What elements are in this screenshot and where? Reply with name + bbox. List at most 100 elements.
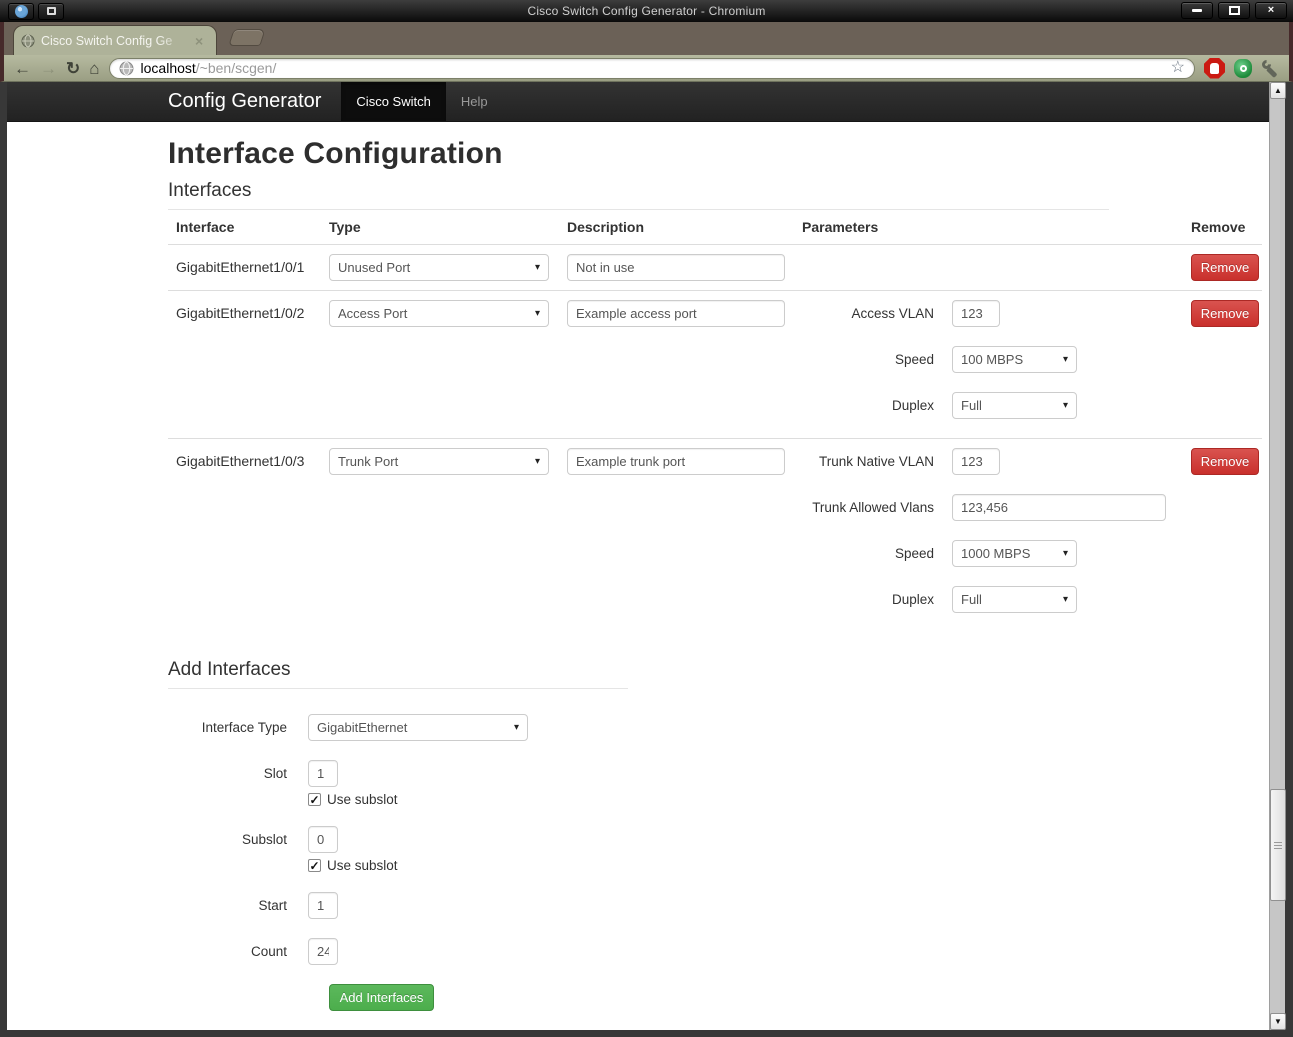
add-interfaces-button[interactable]: Add Interfaces (329, 984, 434, 1011)
close-button[interactable]: × (1255, 2, 1287, 19)
type-select-value: Access Port (338, 306, 407, 321)
duplex-select-value: Full (961, 592, 982, 607)
trunk-native-vlan-input[interactable] (952, 448, 1000, 475)
maximize-button[interactable] (1218, 2, 1250, 19)
param-label: Trunk Native VLAN (802, 454, 952, 469)
speed-select[interactable]: 1000 MBPS ▾ (952, 540, 1077, 567)
url-text: localhost/~ben/scgen/ (141, 60, 1164, 76)
scroll-down-button[interactable]: ▼ (1270, 1013, 1286, 1030)
interfaces-table: Interface Type Description Parameters Re… (168, 210, 1262, 632)
speed-select-value: 1000 MBPS (961, 546, 1030, 561)
tab-close-icon[interactable]: × (195, 34, 203, 48)
chevron-down-icon: ▾ (1063, 354, 1068, 365)
window-titlebar: Cisco Switch Config Generator - Chromium… (0, 0, 1293, 22)
interface-name: GigabitEthernet1/0/3 (176, 448, 304, 469)
page-title: Interface Configuration (168, 137, 1262, 171)
interfaces-heading: Interfaces (168, 180, 1109, 210)
scroll-up-button[interactable]: ▲ (1270, 82, 1286, 99)
chevron-down-icon: ▾ (535, 308, 540, 319)
description-input[interactable] (567, 254, 785, 281)
subslot-label: Subslot (168, 826, 308, 847)
stop-hand-icon (1210, 63, 1219, 74)
use-subslot-checkbox[interactable]: ✓ (308, 859, 321, 872)
green-extension-icon[interactable] (1234, 59, 1252, 78)
interface-name: GigabitEthernet1/0/2 (176, 300, 304, 321)
browser-toolbar: ← → ↻ ⌂ localhost/~ben/scgen/ ☆ (0, 55, 1293, 82)
param-label: Duplex (802, 398, 952, 413)
slot-input[interactable] (308, 760, 338, 787)
param-label: Duplex (802, 592, 952, 607)
trunk-allowed-vlans-input[interactable] (952, 494, 1166, 521)
home-button[interactable]: ⌂ (89, 60, 99, 77)
window-title: Cisco Switch Config Generator - Chromium (0, 4, 1293, 18)
param-label: Access VLAN (802, 306, 952, 321)
forward-button[interactable]: → (40, 60, 57, 77)
slot-label: Slot (168, 760, 308, 781)
add-interfaces-form: Interface Type GigabitEthernet ▾ Slot ✓ … (168, 714, 1262, 1011)
wrench-menu-icon[interactable] (1261, 59, 1279, 77)
page-scrollbar[interactable]: ▲ ▼ (1269, 82, 1285, 1030)
favicon-globe-icon (21, 34, 35, 48)
interface-type-select[interactable]: GigabitEthernet ▾ (308, 714, 528, 741)
duplex-select[interactable]: Full ▾ (952, 586, 1077, 613)
navbar-brand[interactable]: Config Generator (168, 82, 341, 121)
use-subslot-label: Use subslot (327, 792, 398, 807)
table-row: GigabitEthernet1/0/2 Access Port ▾ Acces… (168, 291, 1262, 439)
site-navbar: Config Generator Cisco Switch Help (7, 82, 1269, 122)
url-globe-icon (119, 61, 134, 76)
chevron-down-icon: ▾ (1063, 400, 1068, 411)
speed-select[interactable]: 100 MBPS ▾ (952, 346, 1077, 373)
count-input[interactable] (308, 938, 338, 965)
type-select[interactable]: Access Port ▾ (329, 300, 549, 327)
remove-button[interactable]: Remove (1191, 254, 1259, 281)
url-host: localhost (141, 60, 196, 76)
minimize-icon (1192, 9, 1202, 12)
type-select-value: Unused Port (338, 260, 410, 275)
nav-item-cisco-switch[interactable]: Cisco Switch (341, 82, 445, 121)
interface-name: GigabitEthernet1/0/1 (176, 254, 304, 275)
start-input[interactable] (308, 892, 338, 919)
chevron-down-icon: ▾ (535, 456, 540, 467)
scroll-up-icon: ▲ (1274, 86, 1282, 95)
interface-type-label: Interface Type (168, 714, 308, 735)
new-tab-button[interactable] (230, 30, 265, 45)
remove-button[interactable]: Remove (1191, 448, 1259, 475)
green-dot-icon (1240, 65, 1247, 72)
use-subslot-label: Use subslot (327, 858, 398, 873)
param-label: Trunk Allowed Vlans (802, 500, 952, 515)
use-subslot-checkbox[interactable]: ✓ (308, 793, 321, 806)
table-row: GigabitEthernet1/0/3 Trunk Port ▾ Trunk … (168, 439, 1262, 633)
header-type: Type (321, 210, 559, 245)
table-row: GigabitEthernet1/0/1 Unused Port ▾ Remov… (168, 245, 1262, 291)
scrollbar-thumb[interactable] (1270, 789, 1286, 901)
header-remove: Remove (1183, 210, 1262, 245)
type-select[interactable]: Trunk Port ▾ (329, 448, 549, 475)
header-description: Description (559, 210, 794, 245)
close-icon: × (1268, 5, 1274, 16)
nav-item-help[interactable]: Help (446, 82, 503, 121)
browser-tab[interactable]: Cisco Switch Config Ge × (14, 26, 216, 55)
speed-select-value: 100 MBPS (961, 352, 1023, 367)
back-button[interactable]: ← (14, 60, 31, 77)
reload-button[interactable]: ↻ (66, 60, 80, 77)
duplex-select[interactable]: Full ▾ (952, 392, 1077, 419)
type-select-value: Trunk Port (338, 454, 398, 469)
subslot-input[interactable] (308, 826, 338, 853)
add-interfaces-heading: Add Interfaces (168, 659, 628, 689)
description-input[interactable] (567, 300, 785, 327)
access-vlan-input[interactable] (952, 300, 1000, 327)
chevron-down-icon: ▾ (535, 262, 540, 273)
type-select[interactable]: Unused Port ▾ (329, 254, 549, 281)
address-bar[interactable]: localhost/~ben/scgen/ ☆ (109, 58, 1195, 79)
param-label: Speed (802, 352, 952, 367)
bookmark-star-icon[interactable]: ☆ (1171, 60, 1185, 76)
header-interface: Interface (168, 210, 321, 245)
remove-button[interactable]: Remove (1191, 300, 1259, 327)
scroll-down-icon: ▼ (1274, 1017, 1282, 1026)
chevron-down-icon: ▾ (1063, 594, 1068, 605)
adblock-extension-icon[interactable] (1204, 58, 1225, 79)
description-input[interactable] (567, 448, 785, 475)
tab-title: Cisco Switch Config Ge (41, 34, 172, 48)
minimize-button[interactable] (1181, 2, 1213, 19)
tab-strip: Cisco Switch Config Ge × (0, 22, 1293, 55)
